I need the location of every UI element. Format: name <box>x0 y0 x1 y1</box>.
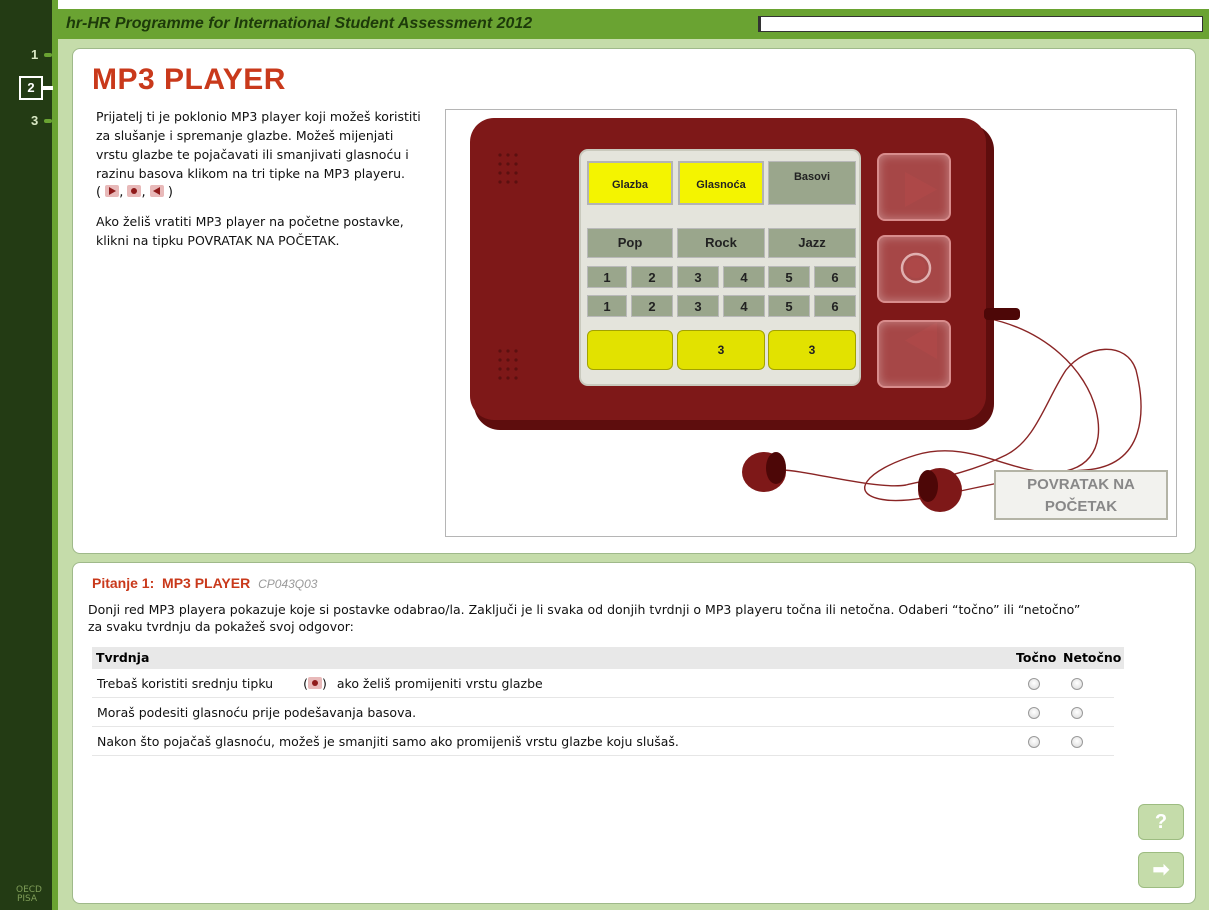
play-button[interactable] <box>877 153 951 221</box>
stimulus-title: MP3 PLAYER <box>92 63 286 96</box>
screen-genre-pop: Pop <box>587 228 673 258</box>
screen-level-cell: 2 <box>631 295 673 317</box>
statement-text: Moraš podesiti glasnoću prije podešavanj… <box>97 705 417 720</box>
screen-value-volume: 3 <box>677 330 765 370</box>
screen-level-cell: 1 <box>587 266 627 288</box>
question-label: Pitanje 1: <box>92 575 155 591</box>
statements-table: Tvrdnja Točno Netočno Trebaš koristiti s… <box>92 647 1124 756</box>
radio-false[interactable] <box>1071 707 1083 719</box>
play-icon <box>105 185 120 197</box>
stimulus-paragraph-2: Ako želiš vratiti MP3 player na početne … <box>96 214 404 248</box>
screen-level-cell: 2 <box>631 266 673 288</box>
screen-genre-jazz: Jazz <box>768 228 856 258</box>
unit-3-label: 3 <box>31 113 39 128</box>
unit-3-nav[interactable]: 3 <box>0 113 52 131</box>
button-icons-legend: ( , , ) <box>96 185 173 200</box>
screen-level-cell: 5 <box>768 266 810 288</box>
stimulus-panel: MP3 PLAYER Prijatelj ti je poklonio MP3 … <box>72 48 1196 554</box>
stop-icon <box>307 677 322 689</box>
header-bar: hr-HR Programme for International Studen… <box>58 9 1209 39</box>
unit-2-marker <box>43 86 53 90</box>
stop-icon <box>127 185 142 197</box>
table-header: Tvrdnja Točno Netočno <box>92 647 1124 669</box>
statement-1-end: ako želiš promijeniti vrstu glazbe <box>336 676 543 691</box>
unit-1-nav[interactable]: 1 <box>0 47 52 65</box>
screen-value-bass: 3 <box>768 330 856 370</box>
back-button[interactable] <box>877 320 951 388</box>
statement-1-start: Trebaš koristiti srednju tipku <box>97 676 274 691</box>
screen-header-bass: Basovi <box>768 161 856 205</box>
oecd-pisa-logo: OECD PISA <box>16 885 42 904</box>
header-title: hr-HR Programme for International Studen… <box>66 15 533 32</box>
screen-header-music: Glazba <box>587 161 673 205</box>
question-unit: MP3 PLAYER <box>162 575 251 591</box>
help-button[interactable]: ? <box>1138 804 1184 840</box>
radio-false[interactable] <box>1071 736 1083 748</box>
question-panel: Pitanje 1: MP3 PLAYER CP043Q03 Donji red… <box>72 562 1196 904</box>
screen-level-cell: 1 <box>587 295 627 317</box>
question-text: Donji red MP3 playera pokazuje koje si p… <box>88 602 1081 634</box>
statement-text: Trebaš koristiti srednju tipku () ako že… <box>97 676 543 691</box>
radio-true[interactable] <box>1028 736 1040 748</box>
screen-genre-rock: Rock <box>677 228 765 258</box>
back-icon <box>149 185 164 197</box>
table-row: Nakon što pojačaš glasnoću, možeš je sma… <box>92 727 1114 756</box>
screen-level-cell: 4 <box>723 295 765 317</box>
unit-1-marker <box>44 53 52 57</box>
question-code: CP043Q03 <box>258 577 318 591</box>
screen-value-music <box>587 330 673 370</box>
radio-true[interactable] <box>1028 678 1040 690</box>
screen-level-cell: 6 <box>814 295 856 317</box>
inline-stop-icon-group: () <box>303 676 327 691</box>
table-row: Moraš podesiti glasnoću prije podešavanj… <box>92 698 1114 727</box>
col-statement: Tvrdnja <box>96 650 150 665</box>
stop-button[interactable] <box>877 235 951 303</box>
statement-text: Nakon što pojačaš glasnoću, možeš je sma… <box>97 734 679 749</box>
top-strip <box>58 0 1209 9</box>
unit-3-marker <box>44 119 52 123</box>
screen-header-volume: Glasnoća <box>678 161 764 205</box>
right-earbud-back <box>918 470 938 502</box>
screen-level-cell: 5 <box>768 295 810 317</box>
unit-navigation-rail: 1 2 3 OECD PISA <box>0 0 58 910</box>
screen-level-cell: 3 <box>677 295 719 317</box>
radio-false[interactable] <box>1071 678 1083 690</box>
unit-2-nav-current[interactable]: 2 <box>19 76 43 100</box>
reset-button[interactable]: POVRATAK NA POČETAK <box>994 470 1168 520</box>
radio-true[interactable] <box>1028 707 1040 719</box>
mp3-player-simulation: Glazba Glasnoća Basovi Pop Rock Jazz 1 2… <box>445 109 1177 537</box>
screen-level-cell: 4 <box>723 266 765 288</box>
progress-bar <box>758 16 1203 32</box>
screen-level-cell: 6 <box>814 266 856 288</box>
stimulus-paragraph-1: Prijatelj ti je poklonio MP3 player koji… <box>96 109 421 181</box>
unit-1-label: 1 <box>31 47 39 62</box>
stimulus-text: Prijatelj ti je poklonio MP3 player koji… <box>96 107 426 250</box>
player-jack <box>984 308 1020 320</box>
next-arrow-button[interactable]: ➡ <box>1138 852 1184 888</box>
screen-level-cell: 3 <box>677 266 719 288</box>
question-title: Pitanje 1: MP3 PLAYER CP043Q03 <box>92 575 317 591</box>
col-true: Točno <box>1016 650 1057 665</box>
assessment-window: 1 2 3 OECD PISA hr-HR Programme for Inter… <box>0 0 1209 910</box>
table-row: Trebaš koristiti srednju tipku () ako že… <box>92 669 1114 698</box>
left-earbud-back <box>766 452 786 484</box>
col-false: Netočno <box>1063 650 1122 665</box>
